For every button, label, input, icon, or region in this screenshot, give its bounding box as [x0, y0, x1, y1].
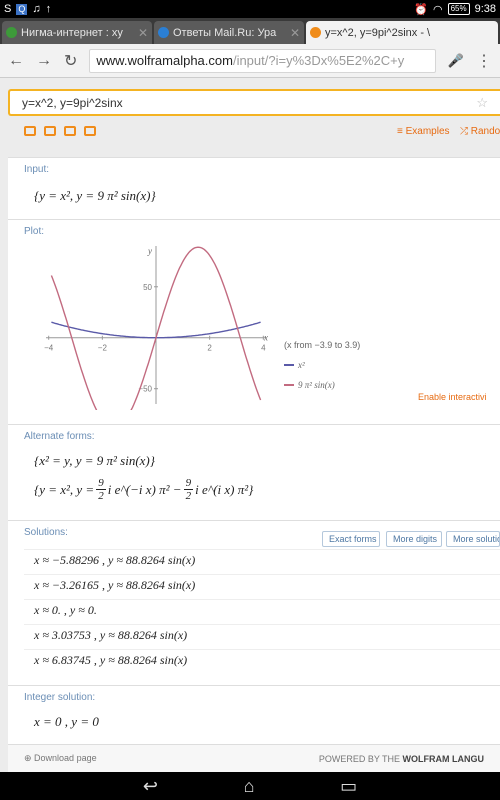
alt-form-prefix: {y = x², y =: [34, 481, 95, 497]
camera-icon[interactable]: [44, 126, 56, 136]
music-icon: ♫: [32, 3, 41, 15]
plot-legend: (x from −3.9 to 3.9) x² 9 π² sin(x): [284, 340, 360, 390]
battery-icon: 65%: [447, 3, 470, 15]
random-link[interactable]: ⤮ Rando: [460, 126, 500, 137]
plot-pod: Plot: x y −4 −2 2 4 50 −50 (x from −3.9 to 3.9)…: [8, 219, 500, 424]
clock: 9:38: [474, 3, 496, 15]
solution-row: x ≈ 3.03753 , y ≈ 88.8264 sin(x): [24, 624, 500, 646]
fraction-denominator: 2: [98, 490, 104, 502]
x-tick-label: 2: [207, 344, 212, 353]
upload-icon: ↑: [45, 3, 52, 15]
address-bar[interactable]: www.wolframalpha.com/input/?i=y%3Dx%5E2%…: [89, 48, 436, 73]
x-tick-label: 4: [261, 344, 266, 353]
notification-icon: Q: [16, 3, 28, 15]
tab-title: Ответы Mail.Ru: Ура: [173, 26, 277, 39]
legend-label: 9 π² sin(x): [298, 380, 335, 390]
browser-tab[interactable]: Нигма-интернет : ху ✕: [2, 21, 152, 44]
solution-row: x ≈ −5.88296 , y ≈ 88.8264 sin(x): [24, 549, 500, 571]
favicon-icon: [310, 27, 321, 38]
x-tick-label: −4: [44, 344, 54, 353]
pod-title: Input:: [24, 164, 50, 175]
system-nav-bar: ↩ ⌂ ▭: [0, 772, 500, 800]
fraction-numerator: 9: [183, 477, 194, 490]
query-text: y=x^2, y=9pi^2sinx: [22, 95, 123, 110]
forward-icon[interactable]: →: [36, 52, 52, 70]
browser-tab-active[interactable]: y=x^2, y=9pi^2sinx - \: [306, 21, 498, 44]
input-expression: {y = x², y = 9 π² sin(x)}: [34, 188, 156, 203]
tab-strip: Нигма-интернет : ху ✕ Ответы Mail.Ru: Ур…: [0, 18, 500, 44]
pod-title: Plot:: [24, 226, 45, 237]
fraction-denominator: 2: [185, 490, 192, 502]
legend-swatch: [284, 384, 294, 386]
alt-form-term: i e^(−i x) π² −: [107, 481, 182, 497]
microphone-icon[interactable]: 🎤: [448, 53, 464, 69]
alternate-form-2: {y = x², y = 92 i e^(−i x) π² − 92 i e^(…: [34, 477, 253, 502]
solution-row: x ≈ 6.83745 , y ≈ 88.8264 sin(x): [24, 649, 500, 671]
notification-icon: S: [4, 3, 12, 15]
alt-form-term: i e^(i x) π²}: [195, 481, 254, 497]
reload-icon[interactable]: ↻: [64, 51, 77, 71]
powered-by: POWERED BY THE WOLFRAM LANGU: [319, 754, 484, 764]
status-bar: S Q ♫ ↑ ⏰ ◠ 65% 9:38: [0, 0, 500, 18]
more-digits-button[interactable]: More digits: [386, 531, 442, 547]
wifi-icon: ◠: [432, 3, 443, 16]
solution-row: x ≈ 0. , y ≈ 0.: [24, 599, 500, 621]
powered-by-brand: WOLFRAM LANGU: [402, 753, 484, 764]
fraction: 92: [183, 477, 194, 502]
settings-icon[interactable]: [84, 126, 96, 136]
alternate-form-1: {x² = y, y = 9 π² sin(x)}: [34, 453, 155, 468]
browser-tab[interactable]: Ответы Mail.Ru: Ура ✕: [154, 21, 304, 44]
favicon-icon: [158, 27, 169, 38]
enable-interactivity-link[interactable]: Enable interactivi: [418, 392, 487, 402]
close-tab-icon[interactable]: ✕: [290, 26, 300, 40]
powered-by-prefix: POWERED BY THE: [318, 753, 403, 764]
examples-link[interactable]: ≡ Examples: [397, 126, 450, 137]
plot-range-note: (x from −3.9 to 3.9): [284, 340, 361, 350]
pod-title: Integer solution:: [24, 692, 96, 703]
alarm-icon: ⏰: [414, 3, 428, 16]
fraction-numerator: 9: [96, 477, 106, 490]
x-tick-label: −2: [98, 344, 108, 353]
legend-swatch: [284, 364, 294, 366]
page-footer: ⊕ Download page POWERED BY THE WOLFRAM L…: [8, 744, 500, 772]
solution-row: x ≈ −3.26165 , y ≈ 88.8264 sin(x): [24, 574, 500, 596]
keyboard-icon[interactable]: [24, 126, 36, 136]
query-input[interactable]: y=x^2, y=9pi^2sinx ☆: [8, 89, 500, 116]
favicon-icon: [6, 27, 17, 38]
nav-back-icon[interactable]: ↩: [143, 776, 158, 797]
tab-title: Нигма-интернет : ху: [21, 26, 123, 39]
more-solutions-button[interactable]: More solutio: [446, 531, 500, 547]
back-icon[interactable]: ←: [8, 52, 24, 70]
star-icon[interactable]: ☆: [476, 95, 488, 111]
upload-icon[interactable]: [64, 126, 76, 136]
download-page-link[interactable]: ⊕ Download page: [24, 753, 97, 764]
plot-chart: xy−4 −2 2 450−50: [44, 246, 268, 410]
fraction: 92: [96, 477, 106, 502]
legend-entry: x²: [284, 360, 360, 370]
url-host: www.wolframalpha.com: [96, 53, 233, 68]
solutions-pod: Solutions: Exact forms More digits More …: [8, 520, 500, 685]
tab-title: y=x^2, y=9pi^2sinx - \: [325, 26, 431, 39]
input-pod: Input: {y = x², y = 9 π² sin(x)}: [8, 157, 500, 219]
pod-title: Alternate forms:: [24, 431, 95, 442]
alternate-forms-pod: Alternate forms: {x² = y, y = 9 π² sin(x…: [8, 424, 500, 520]
exact-forms-button[interactable]: Exact forms: [322, 531, 380, 547]
browser-toolbar: ← → ↻ www.wolframalpha.com/input/?i=y%3D…: [0, 44, 500, 78]
legend-entry: 9 π² sin(x): [284, 380, 360, 390]
pod-title: Solutions:: [24, 527, 68, 538]
y-tick-label: 50: [143, 283, 152, 292]
nav-recents-icon[interactable]: ▭: [340, 776, 357, 797]
nav-home-icon[interactable]: ⌂: [244, 776, 255, 797]
close-tab-icon[interactable]: ✕: [138, 26, 148, 40]
integer-solution: x = 0 , y = 0: [34, 714, 99, 729]
integer-solution-pod: Integer solution: x = 0 , y = 0: [8, 685, 500, 744]
menu-icon[interactable]: ⋮: [476, 51, 492, 71]
input-tools: [24, 126, 96, 136]
legend-label: x²: [298, 360, 305, 370]
url-path: /input/?i=y%3Dx%5E2%2C+y: [232, 53, 405, 68]
y-axis-label: y: [147, 246, 152, 256]
